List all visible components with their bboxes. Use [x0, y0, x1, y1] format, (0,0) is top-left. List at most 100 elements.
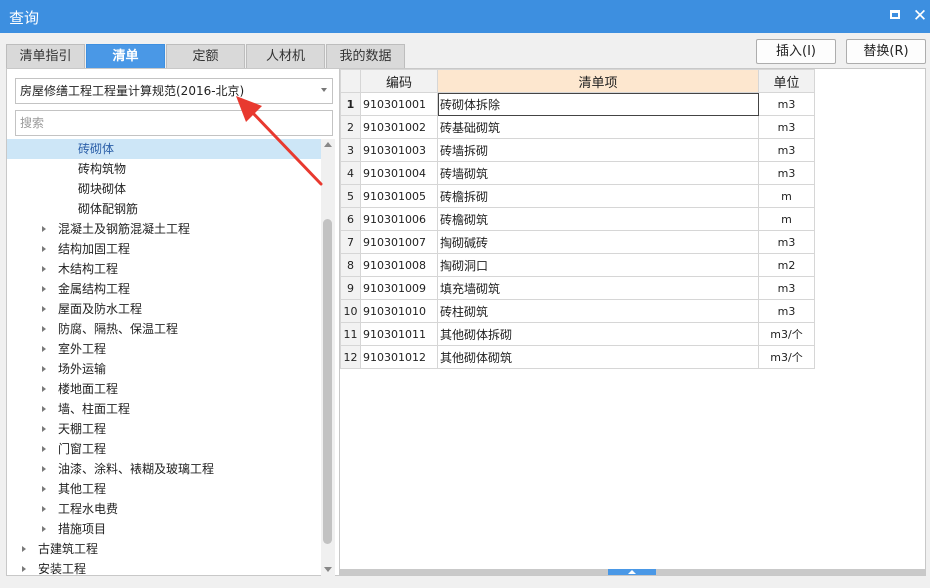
- scroll-up-icon[interactable]: [324, 142, 332, 147]
- row-number[interactable]: 3: [340, 138, 361, 162]
- expand-arrow-icon[interactable]: [42, 406, 46, 412]
- table-row[interactable]: 6 910301006 砖檐砌筑 m: [340, 207, 815, 231]
- cell-unit[interactable]: m: [758, 184, 815, 208]
- expand-arrow-icon[interactable]: [42, 266, 46, 272]
- cell-code[interactable]: 910301012: [360, 345, 438, 369]
- row-number[interactable]: 11: [340, 322, 361, 346]
- cell-code[interactable]: 910301008: [360, 253, 438, 277]
- cell-code[interactable]: 910301009: [360, 276, 438, 300]
- tree-item[interactable]: 金属结构工程: [7, 279, 321, 299]
- cell-code[interactable]: 910301007: [360, 230, 438, 254]
- row-number[interactable]: 1: [340, 92, 361, 116]
- splitter-grip-icon[interactable]: [608, 569, 656, 575]
- table-row[interactable]: 7 910301007 掏砌碱砖 m3: [340, 230, 815, 254]
- cell-name[interactable]: 砖墙砌筑: [437, 161, 759, 185]
- tree-item[interactable]: 防腐、隔热、保温工程: [7, 319, 321, 339]
- cell-unit[interactable]: m2: [758, 253, 815, 277]
- table-row[interactable]: 4 910301004 砖墙砌筑 m3: [340, 161, 815, 185]
- row-number[interactable]: 12: [340, 345, 361, 369]
- tree-item[interactable]: 室外工程: [7, 339, 321, 359]
- expand-arrow-icon[interactable]: [42, 306, 46, 312]
- expand-arrow-icon[interactable]: [42, 226, 46, 232]
- table-row[interactable]: 8 910301008 掏砌洞口 m2: [340, 253, 815, 277]
- tree-item[interactable]: 场外运输: [7, 359, 321, 379]
- tree-item[interactable]: 砖砌体: [7, 139, 321, 159]
- expand-arrow-icon[interactable]: [42, 246, 46, 252]
- cell-name[interactable]: 砖檐砌筑: [437, 207, 759, 231]
- cell-name[interactable]: 填充墙砌筑: [437, 276, 759, 300]
- cell-name[interactable]: 砖基础砌筑: [437, 115, 759, 139]
- table-row[interactable]: 11 910301011 其他砌体拆砌 m3/个: [340, 322, 815, 346]
- tab-labor-material-machine[interactable]: 人材机: [246, 44, 325, 68]
- tree-item[interactable]: 天棚工程: [7, 419, 321, 439]
- cell-code[interactable]: 910301010: [360, 299, 438, 323]
- search-input[interactable]: [15, 110, 333, 136]
- tree-item[interactable]: 屋面及防水工程: [7, 299, 321, 319]
- cell-unit[interactable]: m3/个: [758, 322, 815, 346]
- cell-unit[interactable]: m3: [758, 299, 815, 323]
- expand-arrow-icon[interactable]: [42, 466, 46, 472]
- tab-bill-items[interactable]: 清单: [86, 44, 165, 68]
- tree-item[interactable]: 混凝土及钢筋混凝土工程: [7, 219, 321, 239]
- expand-arrow-icon[interactable]: [42, 486, 46, 492]
- tree-item[interactable]: 门窗工程: [7, 439, 321, 459]
- standard-select[interactable]: 房屋修缮工程工程量计算规范(2016-北京): [15, 78, 333, 104]
- expand-arrow-icon[interactable]: [42, 386, 46, 392]
- expand-arrow-icon[interactable]: [42, 366, 46, 372]
- table-row[interactable]: 10 910301010 砖柱砌筑 m3: [340, 299, 815, 323]
- maximize-icon[interactable]: [885, 6, 905, 26]
- cell-unit[interactable]: m3/个: [758, 345, 815, 369]
- cell-code[interactable]: 910301011: [360, 322, 438, 346]
- cell-name[interactable]: 其他砌体砌筑: [437, 345, 759, 369]
- column-header-name[interactable]: 清单项: [437, 69, 759, 93]
- tab-list-guide[interactable]: 清单指引: [6, 44, 85, 68]
- cell-name[interactable]: 砖檐拆砌: [437, 184, 759, 208]
- column-header-code[interactable]: 编码: [360, 69, 438, 93]
- expand-arrow-icon[interactable]: [42, 346, 46, 352]
- tree-item[interactable]: 砌块砌体: [7, 179, 321, 199]
- tree-item[interactable]: 砌体配钢筋: [7, 199, 321, 219]
- row-number[interactable]: 4: [340, 161, 361, 185]
- tree-item[interactable]: 楼地面工程: [7, 379, 321, 399]
- cell-code[interactable]: 910301002: [360, 115, 438, 139]
- expand-arrow-icon[interactable]: [42, 506, 46, 512]
- tree-item[interactable]: 工程水电费: [7, 499, 321, 519]
- tab-quota[interactable]: 定额: [166, 44, 245, 68]
- cell-code[interactable]: 910301005: [360, 184, 438, 208]
- expand-arrow-icon[interactable]: [42, 446, 46, 452]
- expand-arrow-icon[interactable]: [42, 286, 46, 292]
- tree-item[interactable]: 安装工程: [7, 559, 321, 576]
- scrollbar-thumb[interactable]: [323, 219, 332, 544]
- expand-arrow-icon[interactable]: [42, 526, 46, 532]
- row-number[interactable]: 5: [340, 184, 361, 208]
- expand-arrow-icon[interactable]: [42, 326, 46, 332]
- cell-name[interactable]: 掏砌洞口: [437, 253, 759, 277]
- expand-arrow-icon[interactable]: [42, 426, 46, 432]
- cell-unit[interactable]: m3: [758, 92, 815, 116]
- horizontal-splitter[interactable]: [340, 569, 925, 575]
- tree-item[interactable]: 木结构工程: [7, 259, 321, 279]
- cell-name[interactable]: 砖砌体拆除: [437, 92, 759, 116]
- cell-name[interactable]: 砖柱砌筑: [437, 299, 759, 323]
- row-number[interactable]: 8: [340, 253, 361, 277]
- cell-code[interactable]: 910301004: [360, 161, 438, 185]
- close-icon[interactable]: ✕: [910, 6, 930, 26]
- row-number[interactable]: 2: [340, 115, 361, 139]
- row-number[interactable]: 6: [340, 207, 361, 231]
- tree-item[interactable]: 古建筑工程: [7, 539, 321, 559]
- tree-item[interactable]: 结构加固工程: [7, 239, 321, 259]
- table-row[interactable]: 3 910301003 砖墙拆砌 m3: [340, 138, 815, 162]
- replace-button[interactable]: 替换(R): [846, 39, 926, 64]
- cell-name[interactable]: 其他砌体拆砌: [437, 322, 759, 346]
- expand-arrow-icon[interactable]: [22, 566, 26, 572]
- cell-unit[interactable]: m3: [758, 276, 815, 300]
- table-row[interactable]: 2 910301002 砖基础砌筑 m3: [340, 115, 815, 139]
- cell-code[interactable]: 910301006: [360, 207, 438, 231]
- scroll-down-icon[interactable]: [324, 567, 332, 572]
- expand-arrow-icon[interactable]: [22, 546, 26, 552]
- cell-name[interactable]: 砖墙拆砌: [437, 138, 759, 162]
- cell-code[interactable]: 910301003: [360, 138, 438, 162]
- row-number[interactable]: 9: [340, 276, 361, 300]
- table-row[interactable]: 9 910301009 填充墙砌筑 m3: [340, 276, 815, 300]
- tree-item[interactable]: 油漆、涂料、裱糊及玻璃工程: [7, 459, 321, 479]
